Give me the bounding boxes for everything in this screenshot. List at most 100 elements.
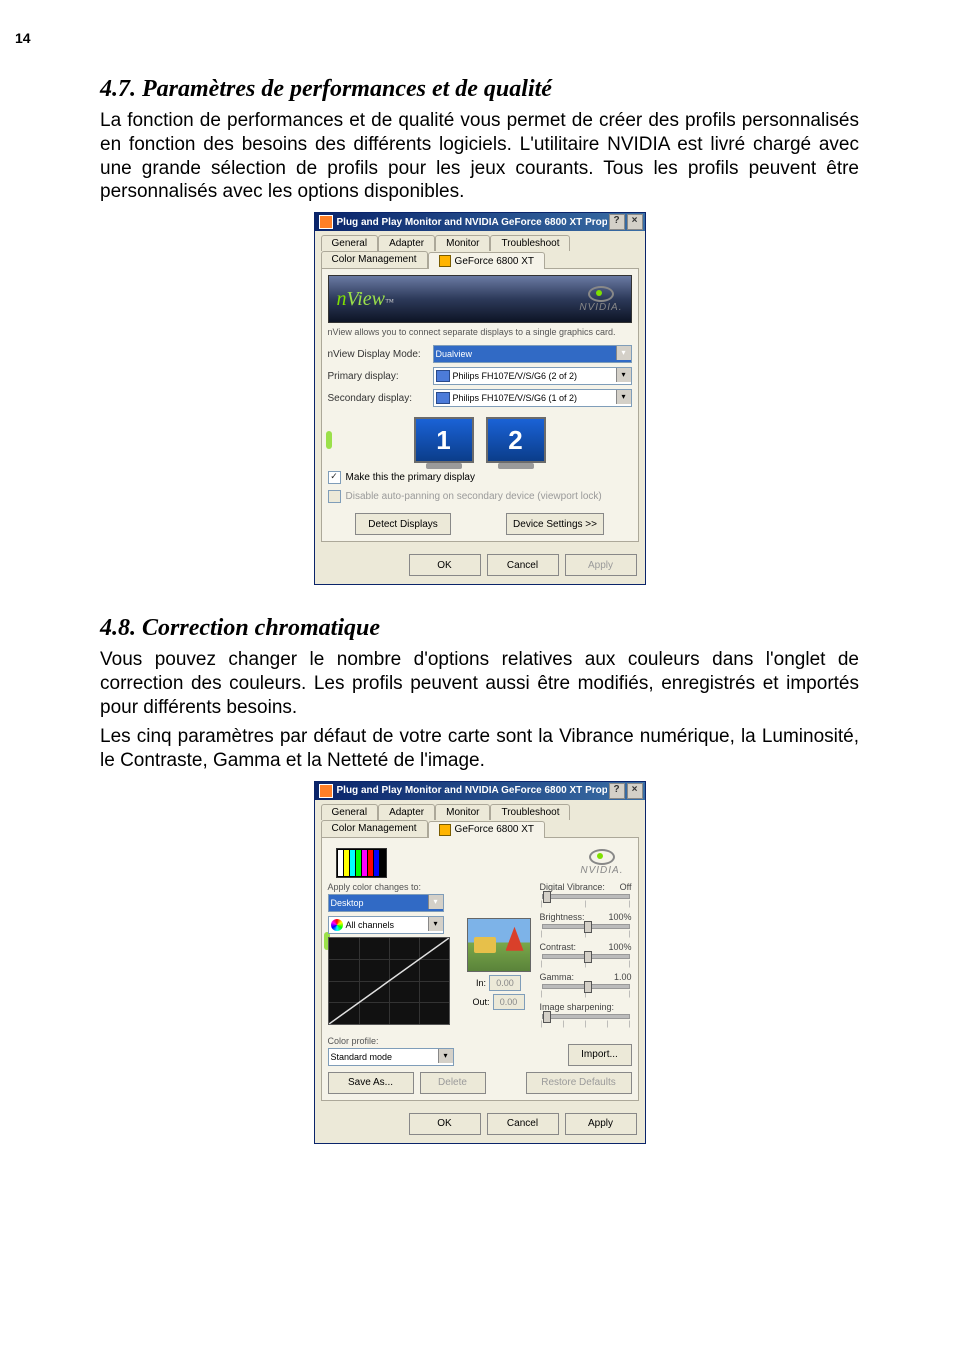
primary-label: Primary display: bbox=[328, 371, 433, 382]
digital-vibrance-slider[interactable]: Digital Vibrance:Off ||| bbox=[540, 882, 632, 908]
page-number: 14 bbox=[15, 30, 859, 46]
ga-value: 1.00 bbox=[614, 972, 632, 982]
tabs: General Adapter Monitor Troubleshoot Col… bbox=[315, 231, 645, 268]
tab-geforce[interactable]: GeForce 6800 XT bbox=[428, 252, 545, 269]
nview-banner: nView™ NVIDIA. bbox=[328, 275, 632, 323]
in-label: In: bbox=[476, 978, 486, 988]
device-settings-button[interactable]: Device Settings >> bbox=[506, 513, 604, 535]
chevron-down-icon: ▾ bbox=[616, 368, 631, 382]
tab-general[interactable]: General bbox=[321, 804, 379, 820]
section48-paragraph1: Vous pouvez changer le nombre d'options … bbox=[100, 648, 859, 719]
nvidia-logo: NVIDIA. bbox=[579, 286, 622, 313]
close-button[interactable]: × bbox=[627, 783, 643, 799]
mode-combobox[interactable]: Dualview ▾ bbox=[433, 345, 632, 363]
help-button[interactable]: ? bbox=[609, 783, 625, 799]
tab-troubleshoot[interactable]: Troubleshoot bbox=[490, 804, 570, 820]
monitor-icon bbox=[436, 392, 450, 404]
import-button[interactable]: Import... bbox=[568, 1044, 632, 1066]
cancel-button[interactable]: Cancel bbox=[487, 1113, 559, 1135]
tab-monitor[interactable]: Monitor bbox=[435, 804, 490, 820]
brightness-slider[interactable]: Brightness:100% ||| bbox=[540, 912, 632, 938]
chevron-down-icon: ▾ bbox=[616, 390, 631, 404]
section47-paragraph: La fonction de performances et de qualit… bbox=[100, 109, 859, 204]
help-button[interactable]: ? bbox=[609, 214, 625, 230]
autopan-checkbox bbox=[328, 490, 341, 503]
co-label: Contrast: bbox=[540, 942, 577, 952]
mode-value: Dualview bbox=[436, 349, 473, 359]
nvidia-eye-icon bbox=[589, 849, 615, 865]
tab-color-management[interactable]: Color Management bbox=[321, 251, 428, 268]
chevron-down-icon: ▾ bbox=[438, 1049, 453, 1063]
tab-color-management[interactable]: Color Management bbox=[321, 820, 428, 837]
contrast-slider[interactable]: Contrast:100% ||| bbox=[540, 942, 632, 968]
ok-button[interactable]: OK bbox=[409, 1113, 481, 1135]
co-value: 100% bbox=[608, 942, 631, 952]
section48-paragraph2: Les cinq paramètres par défaut de votre … bbox=[100, 725, 859, 773]
secondary-label: Secondary display: bbox=[328, 393, 433, 404]
ga-label: Gamma: bbox=[540, 972, 575, 982]
cancel-button[interactable]: Cancel bbox=[487, 554, 559, 576]
tab-troubleshoot[interactable]: Troubleshoot bbox=[490, 235, 570, 251]
channels-value: All channels bbox=[346, 920, 395, 930]
restore-defaults-button[interactable]: Restore Defaults bbox=[526, 1072, 632, 1094]
nview-dialog: Plug and Play Monitor and NVIDIA GeForce… bbox=[314, 212, 646, 585]
window-icon bbox=[319, 215, 333, 229]
color-dialog: Plug and Play Monitor and NVIDIA GeForce… bbox=[314, 781, 646, 1144]
secondary-combobox[interactable]: Philips FH107E/V/S/G6 (1 of 2) ▾ bbox=[433, 389, 632, 407]
nview-logo-n: n bbox=[337, 288, 347, 310]
apply-to-combobox[interactable]: Desktop ▾ bbox=[328, 894, 444, 912]
titlebar: Plug and Play Monitor and NVIDIA GeForce… bbox=[315, 782, 645, 800]
save-as-button[interactable]: Save As... bbox=[328, 1072, 414, 1094]
tab-geforce-label: GeForce 6800 XT bbox=[455, 824, 534, 835]
chevron-down-icon: ▾ bbox=[616, 346, 631, 360]
monitor-layout[interactable]: 1 2 bbox=[328, 417, 632, 463]
monitor-2[interactable]: 2 bbox=[486, 417, 546, 463]
gamma-slider[interactable]: Gamma:1.00 ||| bbox=[540, 972, 632, 998]
tab-panel: nView™ NVIDIA. nView allows you to conne… bbox=[321, 268, 639, 542]
nvidia-eye-icon bbox=[588, 286, 614, 302]
apply-button[interactable]: Apply bbox=[565, 554, 637, 576]
autopan-checkbox-label: Disable auto-panning on secondary device… bbox=[346, 491, 602, 502]
nvidia-text: NVIDIA. bbox=[580, 865, 623, 876]
sh-label: Image sharpening: bbox=[540, 1002, 615, 1012]
curve-line-icon bbox=[329, 938, 449, 1024]
out-label: Out: bbox=[472, 997, 489, 1007]
apply-to-value: Desktop bbox=[331, 898, 364, 908]
drag-handle-icon[interactable] bbox=[326, 431, 332, 449]
section-title-47: 4.7. Paramètres de performances et de qu… bbox=[100, 76, 859, 103]
primary-checkbox[interactable]: ✓ bbox=[328, 471, 341, 484]
tab-general[interactable]: General bbox=[321, 235, 379, 251]
nview-tm: ™ bbox=[385, 297, 394, 307]
tabs: General Adapter Monitor Troubleshoot Col… bbox=[315, 800, 645, 837]
close-button[interactable]: × bbox=[627, 214, 643, 230]
tab-panel: NVIDIA. Apply color changes to: Desktop … bbox=[321, 837, 639, 1101]
profile-combobox[interactable]: Standard mode ▾ bbox=[328, 1048, 454, 1066]
delete-button[interactable]: Delete bbox=[420, 1072, 486, 1094]
window-title: Plug and Play Monitor and NVIDIA GeForce… bbox=[337, 217, 607, 228]
mode-label: nView Display Mode: bbox=[328, 349, 433, 360]
chevron-down-icon: ▾ bbox=[428, 917, 443, 931]
sharpening-slider[interactable]: Image sharpening: ||||| bbox=[540, 1002, 632, 1028]
tab-monitor[interactable]: Monitor bbox=[435, 235, 490, 251]
br-label: Brightness: bbox=[540, 912, 585, 922]
gamma-curve[interactable] bbox=[328, 937, 450, 1025]
nview-description: nView allows you to connect separate dis… bbox=[328, 327, 632, 337]
ok-button[interactable]: OK bbox=[409, 554, 481, 576]
tab-adapter[interactable]: Adapter bbox=[378, 804, 435, 820]
dv-value: Off bbox=[620, 882, 632, 892]
tab-adapter[interactable]: Adapter bbox=[378, 235, 435, 251]
apply-to-label: Apply color changes to: bbox=[328, 882, 458, 892]
primary-value: Philips FH107E/V/S/G6 (2 of 2) bbox=[453, 371, 578, 381]
channels-combobox[interactable]: All channels ▾ bbox=[328, 916, 444, 934]
detect-displays-button[interactable]: Detect Displays bbox=[355, 513, 451, 535]
primary-combobox[interactable]: Philips FH107E/V/S/G6 (2 of 2) ▾ bbox=[433, 367, 632, 385]
in-value: 0.00 bbox=[489, 975, 521, 991]
tab-geforce[interactable]: GeForce 6800 XT bbox=[428, 821, 545, 838]
secondary-value: Philips FH107E/V/S/G6 (1 of 2) bbox=[453, 393, 578, 403]
apply-button[interactable]: Apply bbox=[565, 1113, 637, 1135]
monitor-1[interactable]: 1 bbox=[414, 417, 474, 463]
profile-label: Color profile: bbox=[328, 1036, 562, 1046]
nvidia-text: NVIDIA. bbox=[579, 302, 622, 313]
nvidia-logo: NVIDIA. bbox=[580, 849, 623, 876]
nview-logo: nView™ bbox=[337, 288, 394, 311]
